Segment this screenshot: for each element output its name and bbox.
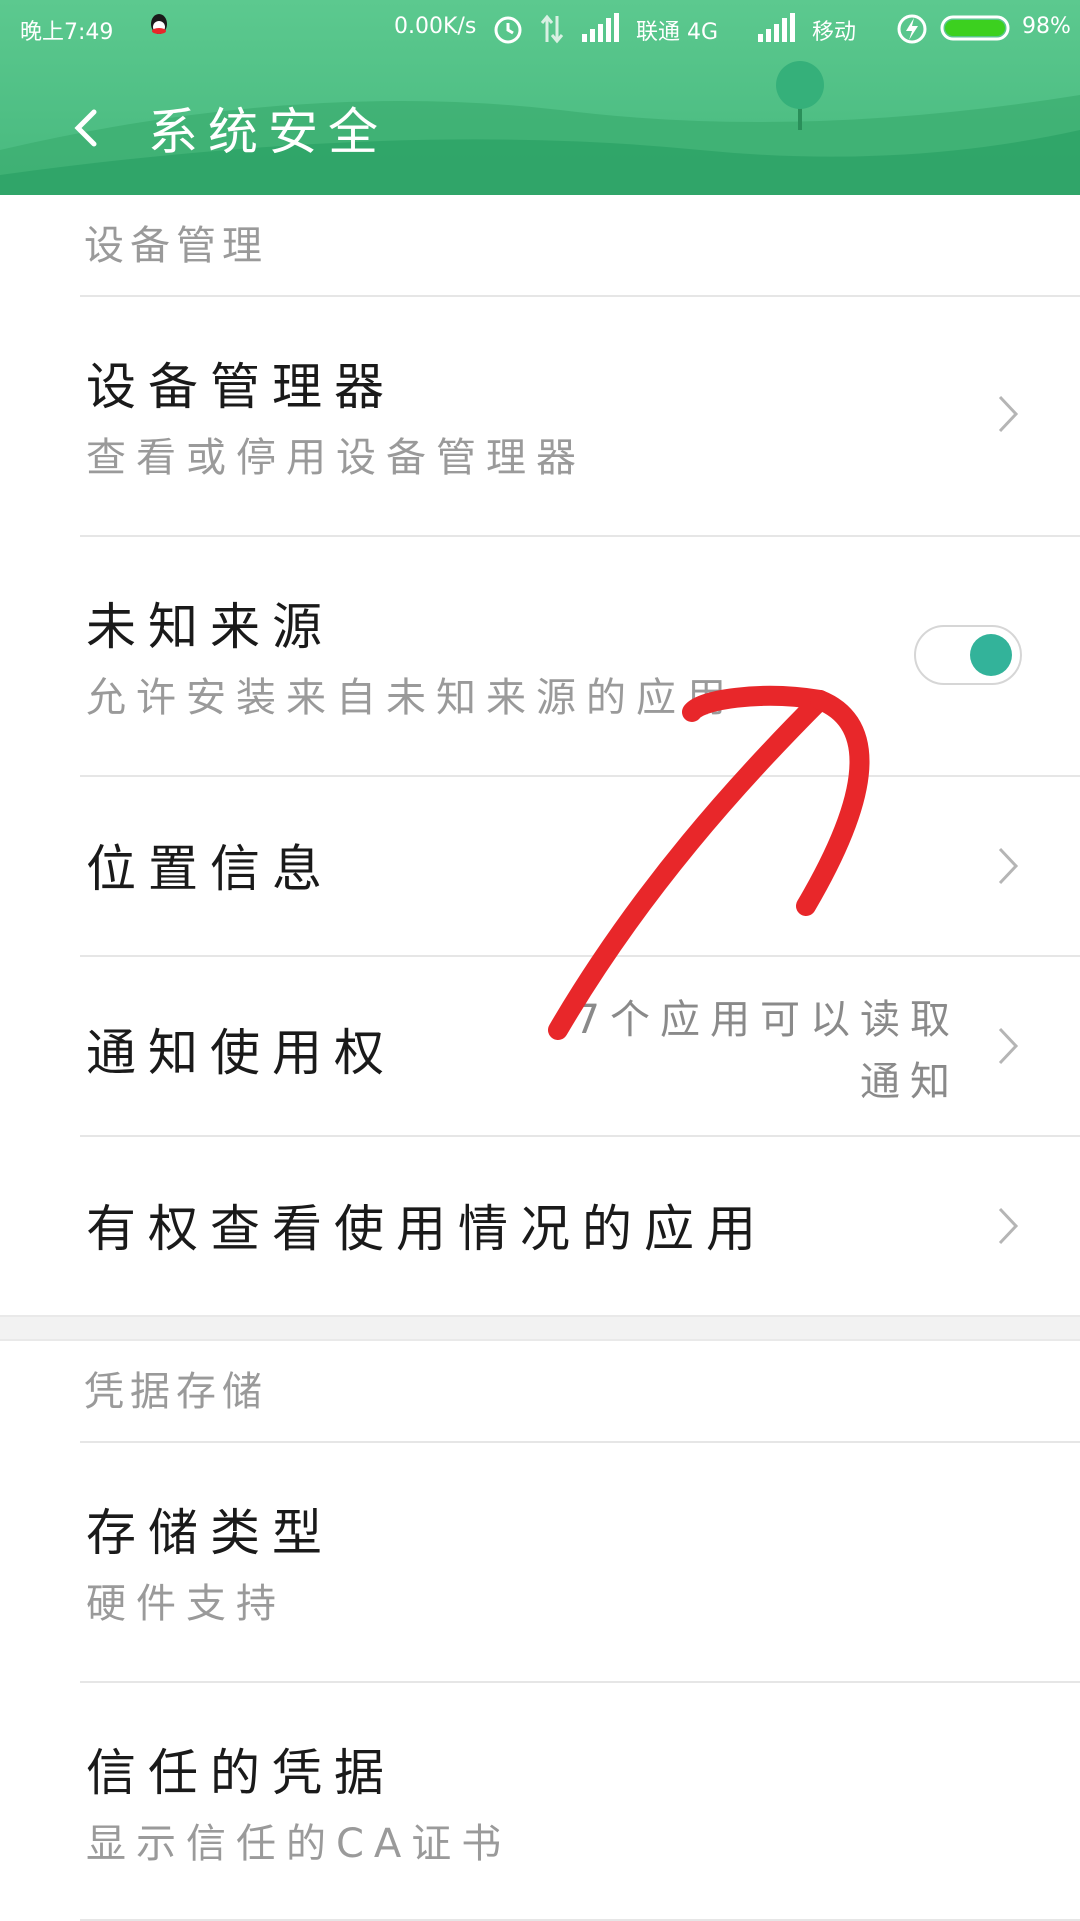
row-storage-type[interactable]: 存储类型 硬件支持 bbox=[80, 1441, 1080, 1681]
chevron-right-icon bbox=[998, 1207, 1019, 1245]
section-divider bbox=[0, 1315, 1080, 1341]
row-subtitle: 显示信任的CA证书 bbox=[86, 1821, 512, 1867]
section-header-device-management: 设备管理 bbox=[0, 195, 1080, 295]
app-header: 晚上7:49 0.00K/s 联通 4G 移动 98% 系统安全 bbox=[0, 0, 1080, 195]
row-location[interactable]: 位置信息 bbox=[80, 775, 1080, 955]
signal-icon bbox=[582, 13, 619, 42]
row-label: 设备管理器 bbox=[86, 358, 396, 416]
signal-icon bbox=[758, 13, 795, 42]
battery-percent: 98% bbox=[1022, 14, 1071, 39]
settings-list: 设备管理 设备管理器 查看或停用设备管理器 未知来源 允许安装来自未知来源的应用… bbox=[0, 195, 1080, 1921]
row-trusted-credentials[interactable]: 信任的凭据 显示信任的CA证书 bbox=[80, 1681, 1080, 1921]
row-subtitle: 硬件支持 bbox=[86, 1581, 286, 1627]
network-speed: 0.00K/s bbox=[394, 14, 477, 39]
section-header-credential-storage: 凭据存储 bbox=[0, 1341, 1080, 1441]
alarm-icon bbox=[494, 16, 522, 44]
charging-icon bbox=[897, 14, 927, 44]
back-arrow-icon[interactable] bbox=[60, 98, 120, 158]
row-device-admin[interactable]: 设备管理器 查看或停用设备管理器 bbox=[80, 295, 1080, 535]
row-unknown-sources[interactable]: 未知来源 允许安装来自未知来源的应用 bbox=[80, 535, 1080, 775]
title-bar: 系统安全 bbox=[0, 80, 1080, 170]
chevron-right-icon bbox=[998, 395, 1019, 433]
chevron-right-icon bbox=[998, 1027, 1019, 1065]
unknown-sources-toggle[interactable] bbox=[914, 625, 1022, 685]
status-time: 晚上7:49 bbox=[20, 20, 114, 45]
status-bar: 晚上7:49 0.00K/s 联通 4G 移动 98% bbox=[0, 0, 1080, 60]
row-label: 有权查看使用情况的应用 bbox=[86, 1200, 768, 1258]
row-subtitle: 允许安装来自未知来源的应用 bbox=[86, 675, 736, 721]
row-label: 位置信息 bbox=[86, 840, 334, 898]
data-arrows-icon bbox=[540, 14, 564, 44]
row-label: 未知来源 bbox=[86, 598, 334, 656]
section-title: 凭据存储 bbox=[84, 1369, 268, 1415]
row-label: 通知使用权 bbox=[86, 1024, 396, 1082]
row-usage-access[interactable]: 有权查看使用情况的应用 bbox=[80, 1135, 1080, 1315]
battery-icon bbox=[940, 15, 1010, 41]
chevron-right-icon bbox=[998, 847, 1019, 885]
carrier-1: 联通 4G bbox=[636, 20, 719, 45]
row-subtitle: 查看或停用设备管理器 bbox=[86, 435, 586, 481]
qq-icon bbox=[151, 14, 167, 34]
row-notification-access[interactable]: 通知使用权 7个应用可以读取通知 bbox=[80, 955, 1080, 1135]
carrier-2: 移动 bbox=[812, 20, 857, 45]
section-title: 设备管理 bbox=[84, 223, 268, 269]
row-value: 7个应用可以读取通知 bbox=[574, 997, 960, 1105]
page-title: 系统安全 bbox=[148, 103, 388, 161]
toggle-knob bbox=[970, 634, 1012, 676]
row-label: 信任的凭据 bbox=[86, 1744, 396, 1802]
row-label: 存储类型 bbox=[86, 1504, 334, 1562]
